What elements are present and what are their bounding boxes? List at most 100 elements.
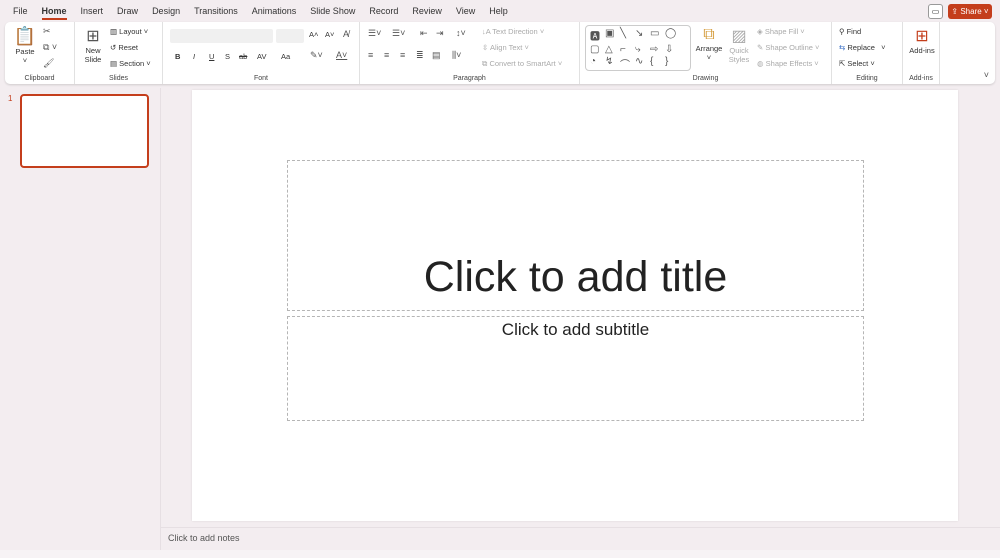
change-case-button[interactable]: Aa <box>281 52 290 61</box>
font-group: A˄ A˅ A̸ B I U S ab AV Aa ✎˅ A˅ Font <box>163 22 360 84</box>
reset-button[interactable]: ↺ Reset <box>110 43 138 52</box>
text-direction-button[interactable]: ↓A Text Direction ˅ <box>482 27 544 36</box>
tab-design[interactable]: Design <box>145 0 187 22</box>
slides-group: ⊞ New Slide ▥ Layout ˅ ↺ Reset ▤ Section ˅… <box>75 22 163 84</box>
quick-styles-label: Quick <box>729 46 749 55</box>
replace-button[interactable]: ⇆ Replace ˅ <box>839 43 886 52</box>
align-center-icon[interactable]: ≡ <box>384 50 389 60</box>
shape-effects-button[interactable]: ◍ Shape Effects ˅ <box>757 59 819 68</box>
paste-button[interactable]: 📋 Paste ˅ <box>11 26 39 65</box>
arrange-button[interactable]: ⧉ Arrange ˅ <box>694 26 724 62</box>
slide-thumbnail-panel: 1 <box>0 88 161 550</box>
arrange-icon: ⧉ <box>703 26 715 43</box>
font-size-combo[interactable] <box>276 29 304 43</box>
slides-label: Slides <box>108 75 129 82</box>
tab-slide-show[interactable]: Slide Show <box>303 0 362 22</box>
subtitle-placeholder[interactable]: Click to add subtitle <box>287 316 864 421</box>
tab-home[interactable]: Home <box>35 0 74 22</box>
share-icon: ⇪ <box>951 7 961 16</box>
distributed-icon[interactable]: ▤ <box>432 50 441 61</box>
quick-styles-button[interactable]: ▨ Quick Styles <box>726 26 752 64</box>
add-ins-label: Add-ins <box>909 46 935 55</box>
select-button[interactable]: ⇱ Select ˅ <box>839 59 875 68</box>
title-placeholder[interactable]: Click to add title <box>287 160 864 311</box>
underline-button[interactable]: U <box>209 52 214 61</box>
shape-fill-button[interactable]: ◈ Shape Fill ˅ <box>757 27 805 36</box>
tab-review[interactable]: Review <box>405 0 449 22</box>
font-name-combo[interactable] <box>170 29 273 43</box>
tab-help[interactable]: Help <box>482 0 515 22</box>
tab-animations[interactable]: Animations <box>245 0 304 22</box>
columns-icon[interactable]: ⫼˅ <box>452 50 461 61</box>
clear-format-icon[interactable]: A̸ <box>343 29 349 39</box>
ribbon-collapse-icon[interactable]: ˅ <box>984 70 989 80</box>
clipboard-group: 📋 Paste ˅ ✂ ⧉ ˅ 🖌 Clipboard <box>5 22 75 84</box>
new-slide-button[interactable]: ⊞ New Slide <box>79 26 107 64</box>
tab-view[interactable]: View <box>449 0 482 22</box>
editing-label: Editing <box>856 75 878 82</box>
convert-smartart-button[interactable]: ⧉ Convert to SmartArt ˅ <box>482 59 562 69</box>
comments-button[interactable]: ▭ <box>928 4 943 19</box>
increase-indent-icon[interactable]: ⇥ <box>436 28 444 39</box>
drawing-group: 🅰 ▣ ╲ ↘ ▭ ◯ ▢ △ ⌐ ⤷ ⇨ ⇩ ◔ ↯ ⌒ ∿{} ⧉ Arrange ˅ ▨ Quick Sty… <box>580 22 832 84</box>
font-color-icon[interactable]: A˅ <box>336 50 347 60</box>
notes-pane[interactable]: Click to add notes <box>161 527 1000 550</box>
paste-label: Paste <box>15 47 35 56</box>
char-spacing-button[interactable]: AV <box>257 52 266 61</box>
highlight-icon[interactable]: ✎˅ <box>310 50 323 61</box>
font-shrink-button[interactable]: A˅ <box>325 30 334 39</box>
decrease-indent-icon[interactable]: ⇤ <box>420 28 428 39</box>
tab-insert[interactable]: Insert <box>74 0 111 22</box>
editing-group: ⚲ Find ⇆ Replace ˅ ⇱ Select ˅ Editing <box>832 22 903 84</box>
bullets-icon[interactable]: ☰˅ <box>368 28 381 39</box>
section-button[interactable]: ▤ Section ˅ <box>110 59 151 68</box>
align-text-button[interactable]: ⇳ Align Text ˅ <box>482 43 529 52</box>
ribbon: 📋 Paste ˅ ✂ ⧉ ˅ 🖌 Clipboard ⊞ New Slide ▥ La… <box>5 22 995 84</box>
slide-canvas: Click to add title Click to add subtitle <box>192 90 958 521</box>
new-slide-icon: ⊞ <box>86 28 100 45</box>
new-slide-label-2: Slide <box>84 55 102 64</box>
tab-record[interactable]: Record <box>362 0 405 22</box>
slide-thumbnail[interactable] <box>20 94 149 168</box>
justify-icon[interactable]: ≣ <box>416 50 424 61</box>
comment-icon: ▭ <box>931 7 940 16</box>
find-button[interactable]: ⚲ Find <box>839 27 861 36</box>
shapes-gallery[interactable]: 🅰 ▣ ╲ ↘ ▭ ◯ ▢ △ ⌐ ⤷ ⇨ ⇩ ◔ ↯ ⌒ ∿{} <box>585 25 691 71</box>
tab-file[interactable]: File <box>6 0 35 22</box>
clipboard-icon: 📋 <box>13 26 37 46</box>
status-bar <box>0 550 1000 558</box>
share-button[interactable]: ⇪ Share ˅ <box>948 4 992 19</box>
copy-icon[interactable]: ⧉ ˅ <box>43 42 57 53</box>
addins-group: ⊞ Add-ins Add-ins <box>903 22 940 84</box>
arrange-label: Arrange <box>695 44 723 53</box>
cut-icon[interactable]: ✂ <box>43 26 51 37</box>
line-spacing-icon[interactable]: ↕˅ <box>456 28 466 38</box>
numbering-icon[interactable]: ☰˅ <box>392 28 405 39</box>
new-slide-label: New <box>85 46 101 55</box>
share-label: Share <box>960 7 982 16</box>
add-ins-icon: ⊞ <box>915 28 929 45</box>
shape-outline-button[interactable]: ✎ Shape Outline ˅ <box>757 43 819 52</box>
align-right-icon[interactable]: ≡ <box>400 50 405 60</box>
tab-transitions[interactable]: Transitions <box>187 0 245 22</box>
layout-button[interactable]: ▥ Layout ˅ <box>110 27 148 36</box>
font-label: Font <box>253 75 268 82</box>
drawing-label: Drawing <box>692 75 719 82</box>
align-left-icon[interactable]: ≡ <box>368 50 373 60</box>
format-painter-icon[interactable]: 🖌 <box>43 58 54 69</box>
quick-styles-label-2: Styles <box>728 55 750 64</box>
clipboard-label: Clipboard <box>24 75 55 82</box>
bold-button[interactable]: B <box>175 52 180 61</box>
italic-button[interactable]: I <box>193 52 195 61</box>
strikethrough-button[interactable]: ab <box>239 52 247 61</box>
addins-group-label: Add-ins <box>909 75 933 82</box>
slide-number: 1 <box>8 94 13 103</box>
quick-styles-icon: ▨ <box>731 28 747 45</box>
shadow-button[interactable]: S <box>225 52 230 61</box>
paragraph-group: ☰˅ ☰˅ ⇤ ⇥ ↕˅ ≡ ≡ ≡ ≣ ▤ ⫼˅ ↓A Text Direct… <box>360 22 580 84</box>
tab-draw[interactable]: Draw <box>110 0 145 22</box>
add-ins-button[interactable]: ⊞ Add-ins <box>905 26 939 55</box>
paragraph-label: Paragraph <box>453 75 486 82</box>
ribbon-tabs: File Home Insert Draw Design Transitions… <box>0 0 515 22</box>
font-grow-button[interactable]: A˄ <box>309 30 318 39</box>
